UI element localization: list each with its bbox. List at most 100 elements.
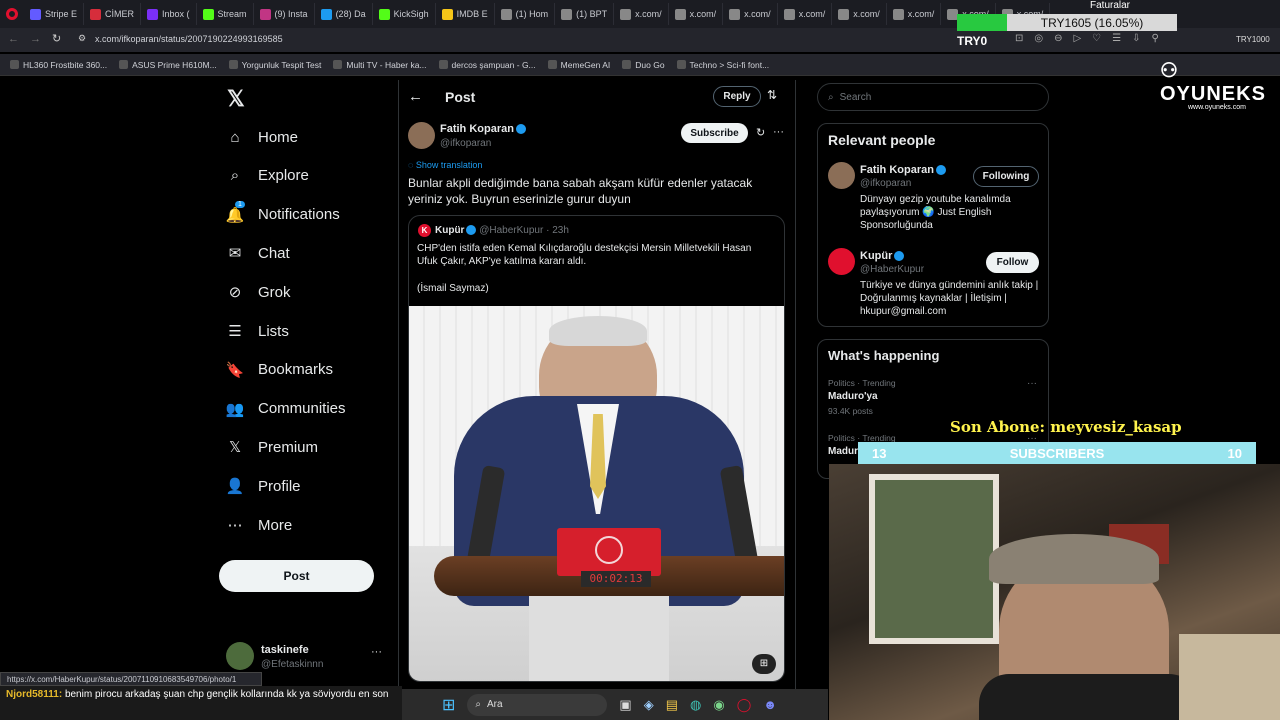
browser-tab[interactable]: x.com/ <box>669 3 724 25</box>
browser-tab[interactable]: x.com/ <box>723 3 778 25</box>
quote-photo[interactable]: 00:02:13 ⊞ <box>409 306 784 681</box>
nav-item-lists[interactable]: ☰ Lists <box>226 322 289 341</box>
profile-icon: 👤 <box>225 478 245 496</box>
nav-item-chat[interactable]: ✉ Chat <box>226 244 290 263</box>
nav-item-notifications[interactable]: 🔔 1 Notifications <box>226 200 340 224</box>
bookmark-item[interactable]: Techno > Sci-fi font... <box>676 60 769 70</box>
person-name[interactable]: Kupür <box>860 250 905 262</box>
filter-icon[interactable]: ⇅ <box>767 88 777 102</box>
follow-button[interactable]: Follow <box>986 252 1039 273</box>
subscribe-button[interactable]: Subscribe <box>681 123 748 143</box>
tab-favicon-icon <box>674 8 686 20</box>
nav-item-explore[interactable]: ⌕ Explore <box>226 167 309 185</box>
brand-name: OYUNEKS <box>1160 83 1266 105</box>
relevant-people-title: Relevant people <box>828 132 936 148</box>
author-name[interactable]: Fatih Koparan <box>440 123 526 135</box>
search-icon: ⌕ <box>828 91 834 103</box>
back-icon[interactable]: ← <box>8 33 19 45</box>
nav-item-bookmarks[interactable]: 🔖 Bookmarks <box>226 361 333 379</box>
premium-icon: 𝕏 <box>228 439 242 457</box>
person-avatar[interactable] <box>828 162 855 189</box>
person-name[interactable]: Fatih Koparan <box>860 164 946 176</box>
browser-tab[interactable]: (28) Da <box>315 3 373 25</box>
browser-tab[interactable]: (1) Hom <box>495 3 556 25</box>
browser-tab[interactable]: x.com/ <box>832 3 887 25</box>
bookmark-item[interactable]: ASUS Prime H610M... <box>119 60 217 70</box>
browser-tab[interactable]: (1) BPT <box>555 3 615 25</box>
nav-item-profile[interactable]: 👤 Profile <box>225 477 301 496</box>
tab-label: x.com/ <box>635 9 662 19</box>
back-arrow-icon[interactable]: ← <box>408 88 423 105</box>
oyuneks-logo: ⚇ OYUNEKS www.oyuneks.com <box>1160 58 1280 111</box>
following-button[interactable]: Following <box>973 166 1039 187</box>
alt-text-icon[interactable]: ⊞ <box>752 654 776 674</box>
reload-icon[interactable]: ↻ <box>52 32 61 45</box>
task-view-icon[interactable]: ▣ <box>619 697 631 713</box>
emblem-seal-icon <box>595 536 623 564</box>
verified-badge-icon <box>515 124 526 135</box>
account-switcher[interactable]: taskinefe @Efetaskinnn ··· <box>226 642 386 672</box>
file-explorer-icon[interactable]: ▤ <box>666 697 678 713</box>
bookmark-item[interactable]: dercos şampuan - G... <box>438 60 536 70</box>
browser-tab[interactable]: KickSigh <box>373 3 436 25</box>
browser-tab[interactable]: x.com/ <box>887 3 942 25</box>
nav-item-grok[interactable]: ⊘ Grok <box>226 283 291 302</box>
trend-more-icon[interactable]: ··· <box>1027 378 1037 389</box>
browser-tab[interactable]: Stripe E <box>24 3 85 25</box>
podium-clock: 00:02:13 <box>581 571 651 587</box>
account-handle: @Efetaskinnn <box>261 659 324 670</box>
browser-tab[interactable]: IMDB E <box>436 3 495 25</box>
taskbar-search[interactable]: ⌕ Ara <box>467 693 608 716</box>
person-avatar[interactable] <box>828 248 855 275</box>
bookmark-item[interactable]: Duo Go <box>622 60 665 70</box>
x-logo-icon[interactable]: 𝕏 <box>227 86 245 112</box>
bookmark-item[interactable]: HL360 Frostbite 360... <box>10 60 107 70</box>
edge-icon[interactable]: ◍ <box>690 697 701 713</box>
reply-button[interactable]: Reply <box>713 86 761 107</box>
trend-topic[interactable]: Madur <box>828 446 858 457</box>
link-status-url: https://x.com/HaberKupur/status/20071109… <box>0 672 262 686</box>
more-dots-icon[interactable]: ··· <box>371 646 382 658</box>
nav-item-more[interactable]: ⋯ More <box>226 516 293 535</box>
browser-tab[interactable]: (9) Insta <box>254 3 315 25</box>
browser-tab[interactable]: CİMER <box>84 3 142 25</box>
discord-icon[interactable]: ☻ <box>763 697 777 712</box>
bookmark-item[interactable]: MemeGen AI <box>547 60 610 70</box>
more-options-icon[interactable]: ··· <box>773 126 784 138</box>
tab-label: (1) Hom <box>515 9 549 19</box>
browser-tab[interactable]: x.com/ <box>614 3 669 25</box>
tab-label: x.com/ <box>907 9 935 19</box>
show-translation-link[interactable]: ◌ Show translation <box>408 160 482 170</box>
show-translation-text: Show translation <box>415 160 483 170</box>
forward-icon[interactable]: → <box>30 33 41 45</box>
site-info-icon[interactable]: ⚙ <box>78 33 86 44</box>
browser-tab[interactable]: Inbox ( <box>141 3 197 25</box>
bookmark-item[interactable]: Yorgunluk Tespit Test <box>228 60 321 70</box>
chrome-icon[interactable]: ◉ <box>713 697 724 713</box>
nav-item-home[interactable]: ⌂ Home <box>226 128 298 146</box>
webcam-feed <box>829 464 1280 720</box>
url-field[interactable]: x.com/ifkoparan/status/20071902249931695… <box>95 34 283 44</box>
tab-favicon-icon <box>441 8 453 20</box>
tab-label: Stripe E <box>45 9 78 19</box>
search-icon: ⌕ <box>475 699 482 710</box>
nav-item-label: Communities <box>258 400 346 418</box>
opera-icon[interactable]: ◯ <box>737 697 752 713</box>
copilot-icon[interactable]: ◈ <box>644 697 654 713</box>
nav-item-communities[interactable]: 👥 Communities <box>226 400 346 418</box>
bookmark-item[interactable]: Multi TV - Haber ka... <box>333 60 427 70</box>
grok-icon[interactable]: ↻ <box>756 126 765 139</box>
opera-logo-icon[interactable] <box>6 8 18 20</box>
search-input[interactable]: ⌕ Search <box>817 83 1049 111</box>
browser-tab[interactable]: Stream <box>197 3 254 25</box>
toolbar-icons[interactable]: ⊡◎⊖▷♡☰⇩⚲ <box>1015 33 1170 44</box>
quoted-post[interactable]: K Kupür @HaberKupur · 23h CHP'den istifa… <box>408 215 785 682</box>
nav-item-premium[interactable]: 𝕏 Premium <box>226 438 318 457</box>
windows-start-icon[interactable]: ⊞ <box>442 695 455 715</box>
post-button[interactable]: Post <box>219 560 374 592</box>
trend-topic[interactable]: Maduro'ya <box>828 391 878 402</box>
browser-tab[interactable]: x.com/ <box>778 3 833 25</box>
trend-count: 93.4K posts <box>828 406 873 416</box>
author-avatar[interactable] <box>408 122 435 149</box>
notification-badge: 1 <box>235 200 245 208</box>
